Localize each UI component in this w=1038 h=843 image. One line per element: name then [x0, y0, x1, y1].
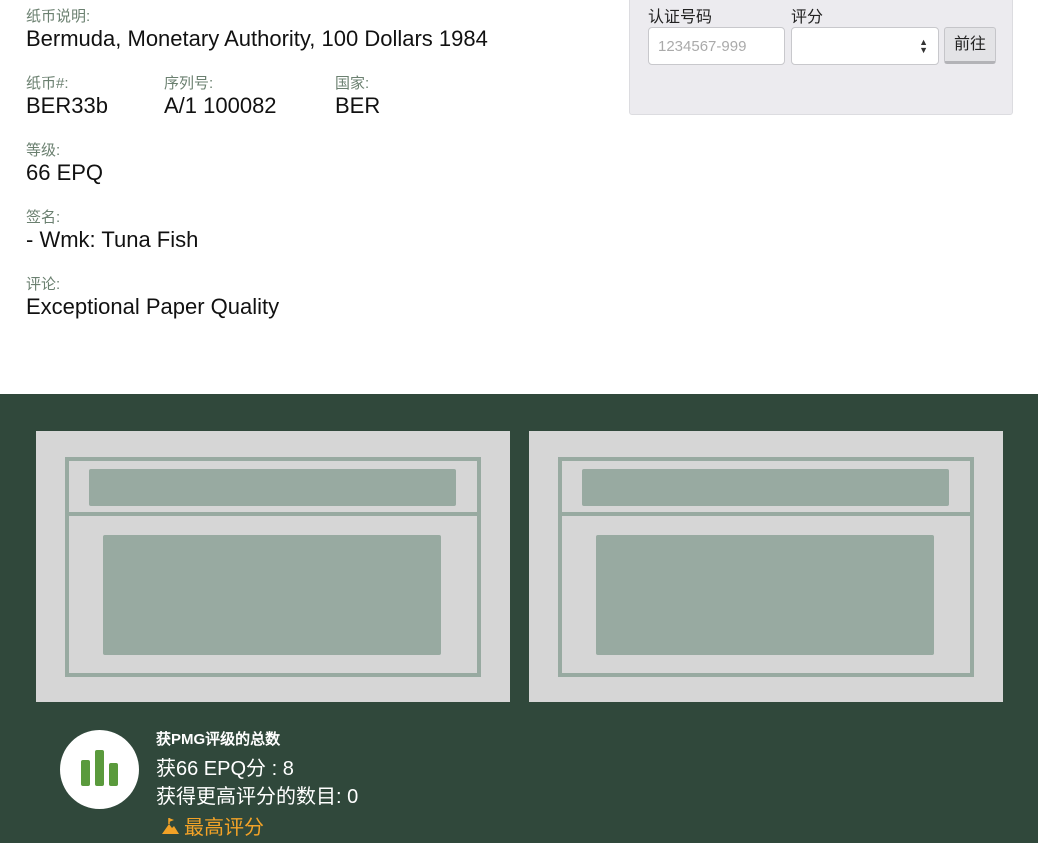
description-label: 纸币说明: [26, 8, 91, 25]
grade-value: 66 EPQ [26, 160, 104, 185]
placeholder-top [562, 461, 970, 516]
country-group: 国家: BER [335, 75, 380, 119]
grade-row: 等级: 66 EPQ [26, 142, 606, 209]
mountain-flag-icon [162, 817, 179, 834]
country-value: BER [335, 93, 381, 118]
note-images-section: 获PMG评级的总数 获66 EPQ分 : 8 获得更高评分的数目: 0 最高评分 [0, 394, 1038, 843]
placeholder-main [596, 535, 934, 655]
note-back-image[interactable] [529, 431, 1003, 702]
signatures-value: - Wmk: Tuna Fish [26, 227, 199, 252]
note-front-image[interactable] [36, 431, 510, 702]
top-pop-label: 最高评分 [184, 817, 264, 839]
serial-value: A/1 100082 [164, 93, 277, 118]
serial-group: 序列号: A/1 100082 [164, 75, 277, 119]
placeholder-top [69, 461, 477, 516]
graded-higher-count: 获得更高评分的数目: 0 [156, 786, 359, 808]
placeholder-main [103, 535, 441, 655]
comments-value: Exceptional Paper Quality [26, 294, 280, 319]
signatures-row: 签名: - Wmk: Tuna Fish [26, 209, 606, 276]
top-pop-link[interactable]: 最高评分 [160, 811, 264, 840]
select-arrows-icon: ▲ ▼ [919, 37, 928, 55]
grade-select[interactable]: ▲ ▼ [791, 27, 939, 65]
placeholder-bar [582, 469, 949, 506]
population-title: 获PMG评级的总数 [156, 731, 281, 748]
comments-label: 评论: [26, 276, 61, 293]
cert-number-input[interactable] [648, 27, 785, 65]
go-button[interactable]: 前往 [944, 27, 996, 64]
cert-number-label: 认证号码 [648, 9, 713, 26]
note-info-row: 纸币#: BER33b 序列号: A/1 100082 国家: BER [26, 75, 606, 142]
grade-label: 等级: [26, 142, 61, 159]
image-placeholder-icon [558, 457, 974, 677]
description-value: Bermuda, Monetary Authority, 100 Dollars… [26, 26, 488, 51]
graded-at-grade-count: 获66 EPQ分 : 8 [156, 758, 294, 780]
cert-lookup-panel: 认证号码 评分 ▲▼ 前往 [629, 0, 1013, 115]
image-placeholder-icon [65, 457, 481, 677]
grade-select-label: 评分 [791, 9, 824, 26]
note-number-value: BER33b [26, 93, 108, 118]
comments-row: 评论: Exceptional Paper Quality [26, 276, 606, 343]
placeholder-bar [89, 469, 456, 506]
country-label: 国家: [335, 75, 370, 92]
note-details: 纸币说明: Bermuda, Monetary Authority, 100 D… [26, 8, 606, 343]
serial-label: 序列号: [164, 75, 214, 92]
signatures-label: 签名: [26, 209, 61, 226]
description-row: 纸币说明: Bermuda, Monetary Authority, 100 D… [26, 8, 606, 75]
note-number-group: 纸币#: BER33b [26, 75, 108, 119]
bar-chart-icon [60, 730, 139, 809]
note-number-label: 纸币#: [26, 75, 69, 92]
